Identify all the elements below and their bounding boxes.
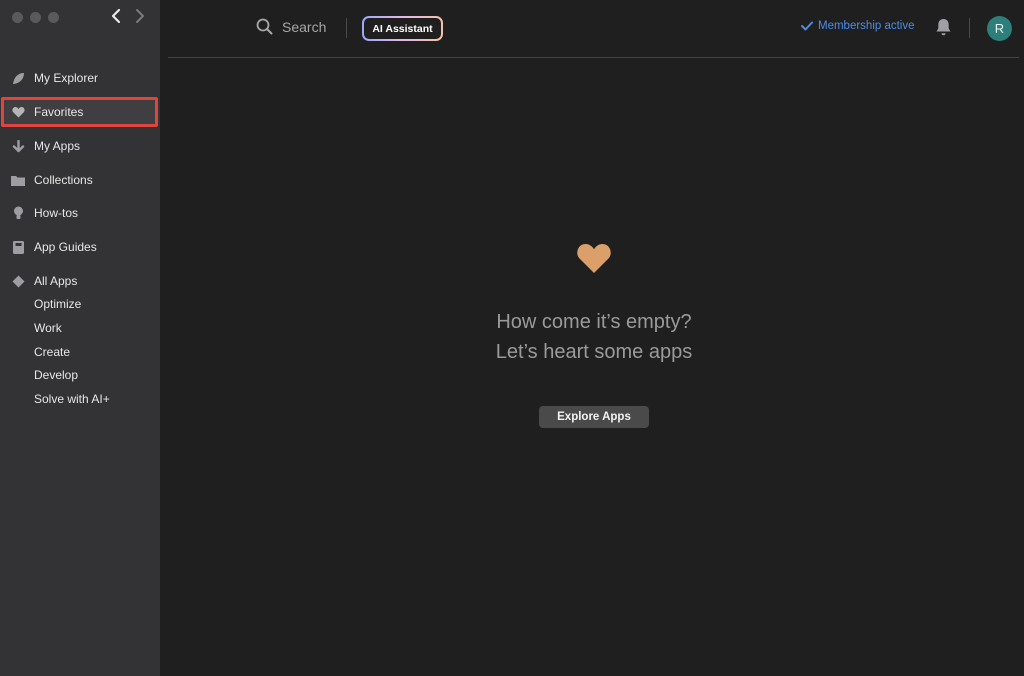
folder-icon	[11, 173, 25, 187]
sidebar-item-my-apps[interactable]: My Apps	[0, 132, 160, 160]
explore-apps-label: Explore Apps	[557, 411, 631, 423]
close-window-button[interactable]	[12, 12, 23, 23]
ai-assistant-button[interactable]: AI Assistant	[362, 16, 443, 41]
toolbar-divider	[346, 18, 347, 38]
bell-icon[interactable]	[935, 18, 952, 42]
heart-icon	[11, 105, 25, 119]
lightbulb-icon	[11, 206, 25, 220]
download-arrow-icon	[11, 139, 25, 153]
sidebar-item-how-tos[interactable]: How-tos	[0, 199, 160, 227]
forward-arrow-icon[interactable]	[134, 8, 146, 24]
navigation-arrows	[110, 8, 146, 24]
sidebar-subitem-optimize[interactable]: Optimize	[0, 293, 160, 315]
search-icon	[256, 18, 273, 35]
search-field[interactable]: Search	[256, 18, 326, 35]
sidebar-item-favorites[interactable]: Favorites	[0, 98, 160, 126]
sidebar-subitem-label: Develop	[34, 368, 79, 382]
sidebar-item-label: All Apps	[34, 274, 78, 288]
avatar-initial: R	[994, 21, 1005, 36]
sidebar-item-all-apps[interactable]: All Apps	[0, 267, 160, 295]
header-divider	[168, 57, 1019, 58]
sidebar-item-label: How-tos	[34, 206, 79, 220]
toolbar-divider	[969, 18, 970, 38]
search-label: Search	[282, 18, 327, 35]
sidebar-subitem-work[interactable]: Work	[0, 317, 160, 339]
explore-apps-button[interactable]: Explore Apps	[539, 406, 649, 428]
ai-assistant-label: AI Assistant	[372, 22, 433, 35]
leaf-icon	[11, 71, 25, 85]
sidebar-subitem-label: Create	[34, 345, 71, 359]
sidebar-item-my-explorer[interactable]: My Explorer	[0, 64, 160, 92]
sidebar-item-label: Collections	[34, 173, 93, 187]
diamond-icon	[11, 274, 25, 288]
back-arrow-icon[interactable]	[110, 8, 122, 24]
checkmark-icon	[801, 21, 813, 31]
sidebar-item-label: Favorites	[34, 105, 84, 119]
heart-icon	[576, 242, 612, 279]
minimize-window-button[interactable]	[30, 12, 41, 23]
avatar[interactable]: R	[987, 16, 1012, 41]
sidebar-subitem-develop[interactable]: Develop	[0, 364, 160, 386]
sidebar-subitem-solve-with-ai[interactable]: Solve with AI+	[0, 388, 160, 410]
membership-label: Membership active	[818, 20, 915, 32]
sidebar-subitem-label: Work	[34, 321, 62, 335]
empty-state-subtitle: Let’s heart some apps	[495, 341, 693, 363]
sidebar-item-label: App Guides	[34, 240, 97, 254]
membership-status[interactable]: Membership active	[801, 20, 915, 32]
sidebar-subitem-label: Solve with AI+	[34, 392, 110, 406]
zoom-window-button[interactable]	[48, 12, 59, 23]
sidebar-item-label: My Apps	[34, 139, 81, 153]
sidebar-item-collections[interactable]: Collections	[0, 166, 160, 194]
sidebar-subitem-label: Optimize	[34, 297, 82, 311]
sidebar-subitem-create[interactable]: Create	[0, 341, 160, 363]
window-controls	[12, 12, 59, 23]
empty-state-title: How come it’s empty?	[496, 311, 692, 333]
sidebar-item-app-guides[interactable]: App Guides	[0, 233, 160, 261]
book-icon	[11, 240, 25, 254]
sidebar-item-label: My Explorer	[34, 71, 99, 85]
